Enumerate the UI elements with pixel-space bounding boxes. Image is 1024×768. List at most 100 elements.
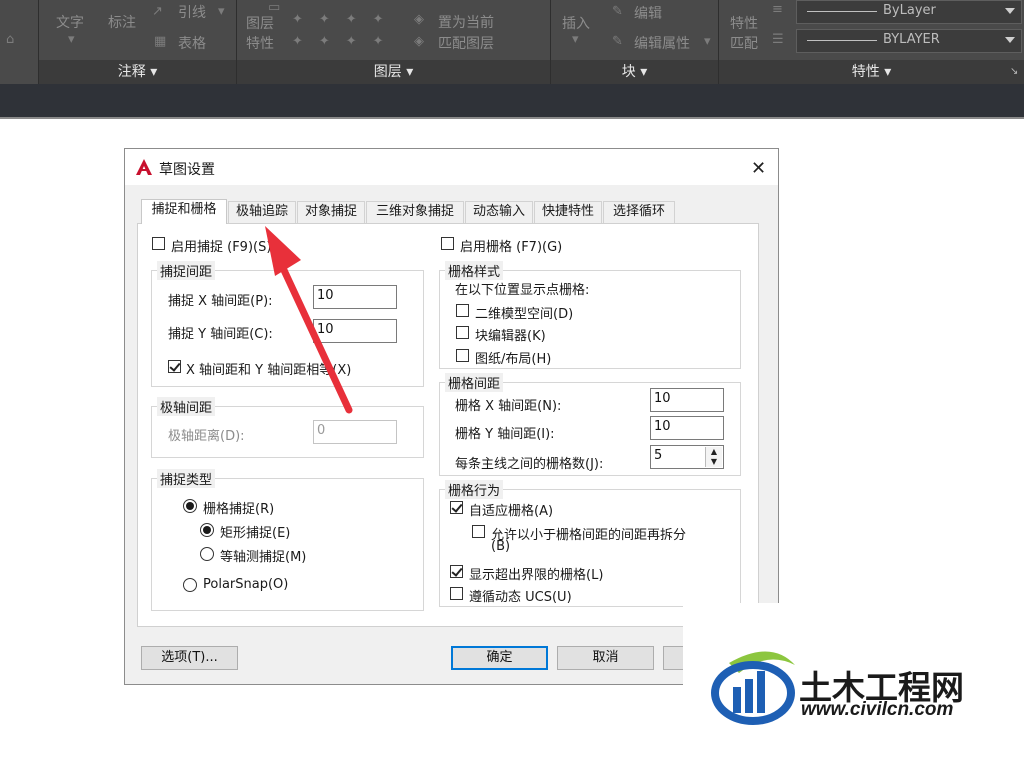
text-tool-button[interactable]: 文字 (56, 12, 84, 32)
spinner-arrows-icon[interactable]: ▲ ▼ (705, 447, 722, 467)
watermark-url: www.civilcn.com (801, 699, 954, 720)
subdivide-label-key: (B) (491, 539, 511, 554)
sheet-layout-label: 图纸/布局(H) (475, 352, 552, 367)
match-layer-button[interactable]: 匹配图层 (438, 33, 494, 53)
tab-dynamic-input[interactable]: 动态输入 (465, 201, 533, 223)
isometric-snap-radio[interactable] (200, 547, 214, 561)
enable-snap-checkbox[interactable] (152, 237, 165, 250)
help-button-partial[interactable] (663, 646, 685, 670)
red-arrow-annotation (265, 226, 353, 414)
grid-behavior-title: 栅格行为 (445, 480, 504, 499)
properties-group-title[interactable]: 特性 ▾ (719, 60, 1024, 84)
enable-grid-label: 启用栅格 (F7)(G) (460, 240, 563, 255)
grid-snap-label: 栅格捕捉(R) (203, 502, 275, 517)
polarsnap-label: PolarSnap(O) (203, 577, 289, 592)
color-combo[interactable]: ByLayer (796, 0, 1022, 24)
ok-button[interactable]: 确定 (451, 646, 548, 670)
block-editor-checkbox[interactable] (456, 326, 469, 339)
insert-block-button[interactable]: 插入 (562, 13, 590, 33)
edit-attribute-icon: ✎ (612, 34, 623, 49)
options-button[interactable]: 选项(T)... (141, 646, 238, 670)
properties-button[interactable]: 特性 (730, 13, 758, 33)
chevron-down-icon[interactable]: ▾ (68, 32, 75, 47)
dialog-title: 草图设置 (159, 162, 215, 178)
ribbon: ⌂ 文字 ▾ 标注 ↗ 引线 ▾ ▦ 表格 注释 ▾ ▭ 图层 特性 ✦✦✦✦ … (0, 0, 1024, 84)
match-properties-button[interactable]: 匹配 (730, 33, 758, 53)
polarsnap-radio[interactable] (183, 578, 197, 592)
follow-ucs-checkbox[interactable] (450, 587, 463, 600)
set-current-icon: ◈ (414, 12, 424, 27)
line-weight-icon[interactable]: ≡ (772, 2, 783, 17)
leader-icon: ↗ (152, 4, 163, 19)
major-line-label: 每条主线之间的栅格数(J): (455, 457, 604, 472)
tab-snap-grid[interactable]: 捕捉和栅格 (141, 199, 227, 224)
beyond-limits-checkbox[interactable] (450, 565, 463, 578)
adaptive-grid-label: 自适应栅格(A) (469, 504, 554, 519)
table-button[interactable]: 表格 (178, 33, 206, 53)
snap-type-title: 捕捉类型 (157, 469, 216, 488)
layer-properties-button[interactable]: 特性 (246, 33, 274, 53)
grid-style-title: 栅格样式 (445, 261, 504, 280)
chevron-down-icon[interactable]: ▾ (572, 32, 579, 47)
layer-tools-icons[interactable]: ✦✦✦✦ (292, 12, 400, 27)
dialog-launcher-icon[interactable]: ↘ (1010, 66, 1018, 77)
layer-states-icon[interactable]: ⌂ (6, 32, 14, 47)
grid-x-spacing-input[interactable]: 10 (650, 388, 724, 412)
ribbon-bottom-bar (0, 84, 1024, 118)
rectangular-snap-label: 矩形捕捉(E) (220, 526, 291, 541)
polar-spacing-title: 极轴间距 (157, 397, 216, 416)
linetype-combo-value: BYLAYER (883, 32, 940, 47)
block-editor-label: 块编辑器(K) (475, 329, 546, 344)
tab-selection-cycling[interactable]: 选择循环 (603, 201, 675, 223)
adaptive-grid-checkbox[interactable] (450, 501, 463, 514)
equal-spacing-checkbox[interactable] (168, 360, 181, 373)
edit-block-icon: ✎ (612, 4, 623, 19)
table-icon: ▦ (154, 34, 167, 49)
drafting-settings-dialog: 草图设置 ✕ 捕捉和栅格 极轴追踪 对象捕捉 三维对象捕捉 动态输入 快捷特性 … (124, 148, 779, 685)
line-type-icon[interactable]: ☰ (772, 32, 784, 47)
grid-style-description: 在以下位置显示点栅格: (455, 283, 590, 298)
grid-y-spacing-input[interactable]: 10 (650, 416, 724, 440)
cancel-button[interactable]: 取消 (557, 646, 654, 670)
subdivide-checkbox[interactable] (472, 525, 485, 538)
color-combo-value: ByLayer (883, 3, 936, 18)
edit-block-button[interactable]: 编辑 (634, 3, 662, 23)
annotate-group-title[interactable]: 注释 ▾ (39, 60, 236, 84)
set-current-button[interactable]: 置为当前 (438, 12, 494, 32)
follow-ucs-label: 遵循动态 UCS(U) (469, 590, 572, 605)
layer-tools-icons-row2[interactable]: ✦✦✦✦ (292, 34, 400, 49)
block-group-title[interactable]: 块 ▾ (551, 60, 718, 84)
chevron-down-icon[interactable]: ▾ (704, 34, 711, 49)
edit-attribute-button[interactable]: 编辑属性 (634, 33, 690, 53)
isometric-snap-label: 等轴测捕捉(M) (220, 550, 307, 565)
linetype-combo[interactable]: BYLAYER (796, 29, 1022, 53)
subdivide-label: 允许以小于栅格间距的间距再拆分 (491, 528, 687, 543)
chevron-down-icon[interactable]: ▾ (218, 4, 225, 19)
leader-button[interactable]: 引线 (178, 2, 206, 22)
dimension-tool-button[interactable]: 标注 (108, 12, 136, 32)
autocad-logo-icon (135, 158, 153, 176)
layer-button[interactable]: 图层 (246, 13, 274, 33)
ribbon-edge (0, 117, 1024, 119)
match-layer-icon: ◈ (414, 34, 424, 49)
polar-distance-input[interactable]: 0 (313, 420, 397, 444)
civilcn-logo-icon (711, 651, 795, 725)
snap-spacing-title: 捕捉间距 (157, 261, 216, 280)
model-space-label: 二维模型空间(D) (475, 307, 574, 322)
grid-spacing-title: 栅格间距 (445, 373, 504, 392)
rectangular-snap-radio[interactable] (200, 523, 214, 537)
layers-group-title[interactable]: 图层 ▾ (237, 60, 550, 84)
close-icon[interactable]: ✕ (751, 158, 766, 179)
tab-3d-object-snap[interactable]: 三维对象捕捉 (366, 201, 464, 223)
enable-grid-checkbox[interactable] (441, 237, 454, 250)
model-space-checkbox[interactable] (456, 304, 469, 317)
grid-y-label: 栅格 Y 轴间距(I): (455, 427, 555, 442)
dialog-titlebar[interactable] (125, 149, 778, 185)
grid-snap-radio[interactable] (183, 499, 197, 513)
sheet-layout-checkbox[interactable] (456, 349, 469, 362)
watermark-area: 土木工程网 www.civilcn.com (683, 603, 1024, 768)
tab-quick-properties[interactable]: 快捷特性 (534, 201, 602, 223)
grid-x-label: 栅格 X 轴间距(N): (455, 399, 562, 414)
beyond-limits-label: 显示超出界限的栅格(L) (469, 568, 604, 583)
polar-distance-label: 极轴距离(D): (168, 429, 245, 444)
